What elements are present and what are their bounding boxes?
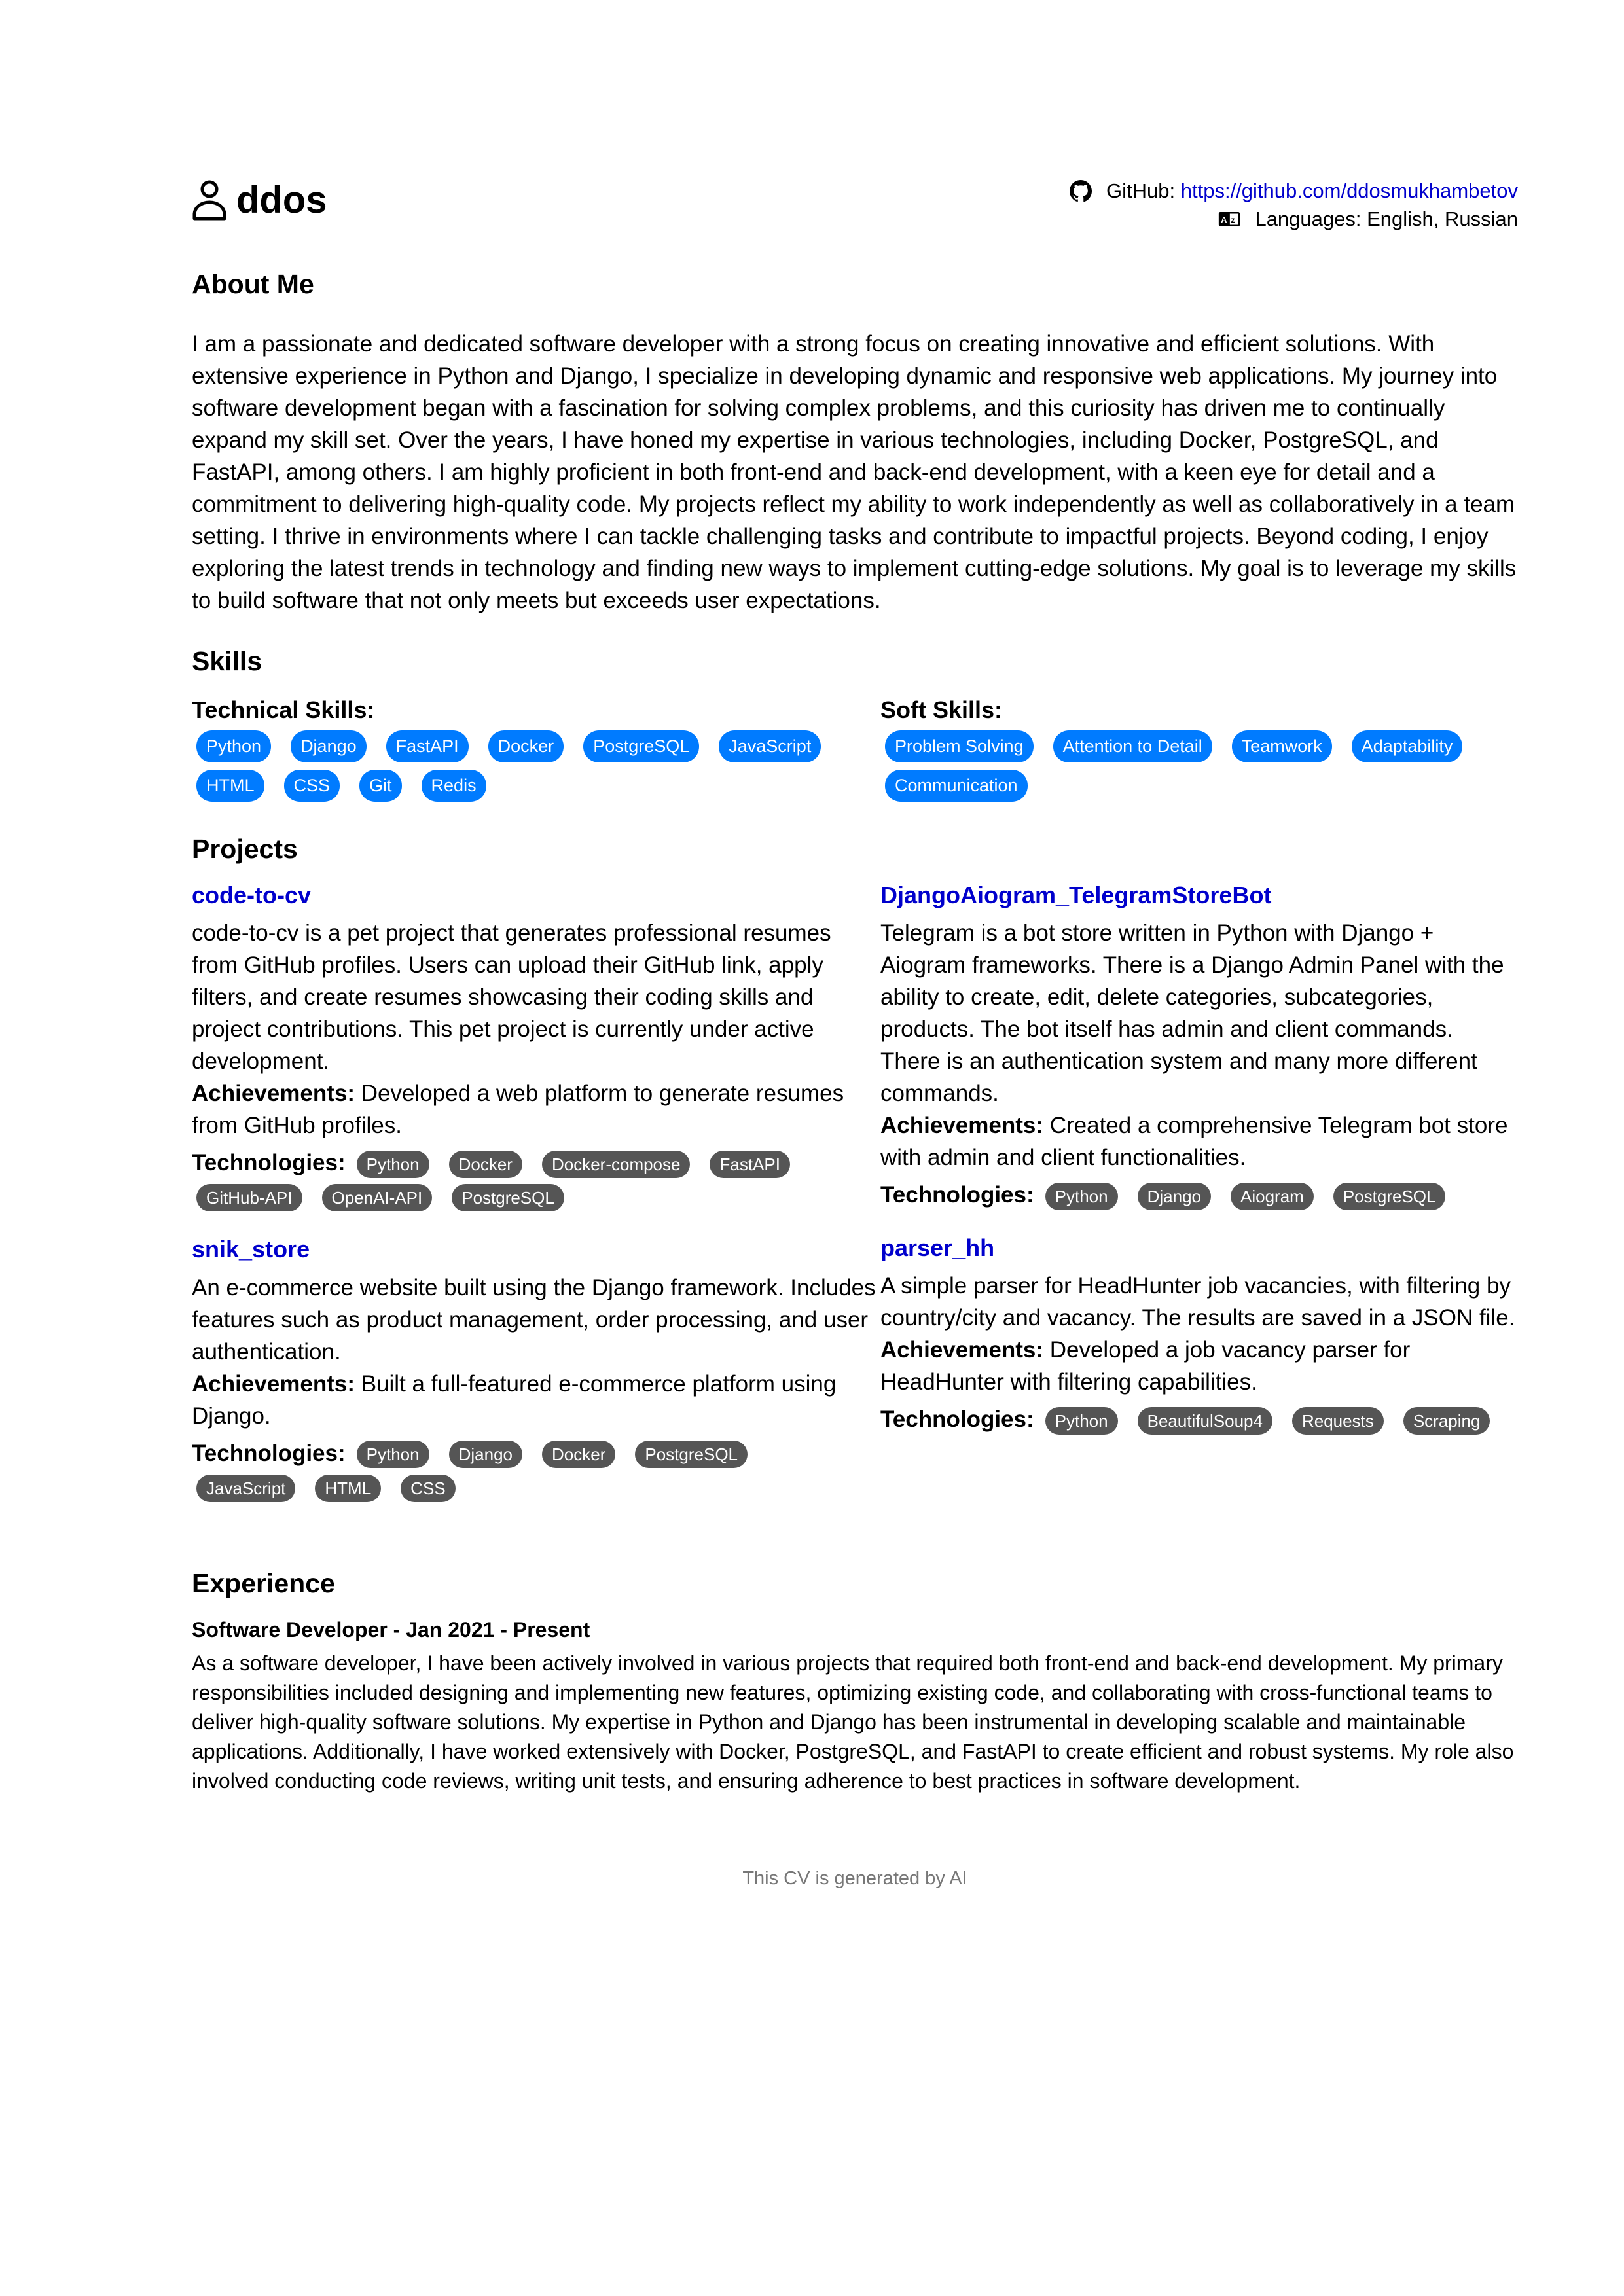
github-label: GitHub: (1106, 179, 1176, 202)
about-text: I am a passionate and dedicated software… (192, 331, 1517, 614)
about-heading: About Me (192, 269, 314, 299)
project-description: An e-commerce website built using the Dj… (192, 1274, 876, 1429)
translate-icon: Az (1219, 211, 1240, 226)
tech-badge: Python (356, 1441, 429, 1469)
technologies-row: Technologies: Python Docker Docker-compose F… (192, 1147, 880, 1215)
skill-badge: HTML (196, 769, 264, 802)
about-section: About Me I am a passionate and dedicated… (192, 268, 1518, 617)
project-title-link[interactable]: code-to-cv (192, 881, 880, 909)
skill-badge: Git (359, 769, 402, 802)
skill-badge: Redis (421, 769, 486, 802)
svg-text:z: z (1231, 215, 1235, 224)
soft-skills-list: Problem Solving Attention to Detail Teamwo… (880, 727, 1518, 806)
tech-badge: Django (448, 1441, 523, 1469)
tech-badge: HTML (315, 1475, 382, 1503)
technical-skills-heading: Technical Skills: (192, 696, 375, 724)
project-title-link[interactable]: DjangoAiogram_TelegramStoreBot (880, 881, 1518, 909)
languages-text: Languages: English, Russian (1255, 207, 1518, 230)
project-title-link[interactable]: parser_hh (880, 1234, 1518, 1262)
technical-skills-list: Python Django FastAPI Docker PostgreSQL JavaS… (192, 727, 880, 806)
github-row: GitHub: https://github.com/ddosmukhambet… (1070, 177, 1518, 205)
projects-heading: Projects (192, 833, 298, 864)
projects-column-right: DjangoAiogram_TelegramStoreBot Telegram i… (880, 881, 1518, 1526)
skill-badge: PostgreSQL (583, 730, 700, 762)
experience-section: Experience Software Developer - Jan 2021… (192, 1568, 1518, 1796)
person-icon (192, 180, 226, 221)
skill-badge: Teamwork (1231, 730, 1332, 762)
achievements-label: Achievements: (880, 1336, 1043, 1363)
tech-badge: PostgreSQL (1333, 1182, 1446, 1210)
languages-row: Az Languages: English, Russian (1070, 205, 1518, 233)
cv-page: ddos GitHub: https://github.com/ddosmukh… (192, 170, 1518, 1890)
skill-badge: CSS (283, 769, 340, 802)
tech-badge: OpenAI-API (321, 1184, 433, 1212)
skill-badge: Attention to Detail (1053, 730, 1212, 762)
job-description: As a software developer, I have been act… (192, 1651, 1514, 1793)
skill-badge: Problem Solving (885, 730, 1034, 762)
experience-heading: Experience (192, 1568, 335, 1599)
project-description: A simple parser for HeadHunter job vacan… (880, 1272, 1515, 1395)
achievements-label: Achievements: (192, 1371, 355, 1397)
skill-badge: FastAPI (386, 730, 469, 762)
achievements-label: Achievements: (880, 1112, 1043, 1138)
tech-badge: Python (356, 1150, 429, 1178)
project-description: Telegram is a bot store written in Pytho… (880, 920, 1508, 1170)
tech-badge: Django (1137, 1182, 1212, 1210)
project-card: DjangoAiogram_TelegramStoreBot Telegram i… (880, 881, 1518, 1213)
tech-badge: Python (1045, 1407, 1118, 1435)
tech-badge: Scraping (1403, 1407, 1490, 1435)
tech-badge: Docker-compose (541, 1150, 691, 1178)
tech-badge: JavaScript (196, 1475, 296, 1503)
technologies-row: Technologies: Python BeautifulSoup4 Request… (880, 1403, 1518, 1437)
tech-badge: Docker (448, 1150, 522, 1178)
cv-header: ddos GitHub: https://github.com/ddosmukh… (192, 170, 1518, 242)
skills-heading: Skills (192, 646, 262, 677)
job-title: Software Developer - Jan 2021 - Present (192, 1618, 590, 1642)
contact-info: GitHub: https://github.com/ddosmukhambet… (1070, 177, 1518, 233)
skill-badge: Adaptability (1351, 730, 1463, 762)
person-name: ddos (236, 179, 327, 221)
projects-column-left: code-to-cv code-to-cv is a pet project th… (192, 881, 880, 1526)
github-icon (1070, 179, 1092, 202)
technologies-label: Technologies: (192, 1440, 346, 1466)
tech-badge: Aiogram (1231, 1182, 1314, 1210)
skill-badge: Django (291, 730, 367, 762)
skills-section: Skills Technical Skills: Python Django Fas… (192, 645, 1518, 805)
project-card: snik_store An e-commerce website built us… (192, 1235, 880, 1505)
technologies-row: Technologies: Python Django Docker PostgreSQ… (192, 1437, 880, 1505)
soft-skills-heading: Soft Skills: (880, 696, 1003, 724)
technologies-label: Technologies: (192, 1149, 346, 1175)
skill-badge: Communication (885, 769, 1028, 802)
skill-badge: Docker (488, 730, 564, 762)
projects-section: Projects code-to-cv code-to-cv is a pet p… (192, 833, 1518, 1526)
svg-text:A: A (1221, 215, 1227, 224)
achievements-label: Achievements: (192, 1080, 355, 1106)
skill-badge: JavaScript (719, 730, 821, 762)
footer-note: This CV is generated by AI (742, 1868, 967, 1890)
name-block: ddos (192, 179, 327, 221)
tech-badge: Requests (1291, 1407, 1384, 1435)
github-link[interactable]: https://github.com/ddosmukhambetov (1181, 177, 1518, 205)
technologies-label: Technologies: (880, 1406, 1034, 1432)
tech-badge: CSS (401, 1475, 456, 1503)
project-card: parser_hh A simple parser for HeadHunter … (880, 1234, 1518, 1437)
skill-badge: Python (196, 730, 272, 762)
tech-badge: GitHub-API (196, 1184, 302, 1212)
technical-skills: Technical Skills: Python Django FastAPI Doc… (192, 677, 880, 805)
technologies-row: Technologies: Python Django Aiogram PostgreS… (880, 1179, 1518, 1213)
soft-skills: Soft Skills: Problem Solving Attention to… (880, 677, 1518, 805)
project-title-link[interactable]: snik_store (192, 1235, 880, 1263)
job-entry: Software Developer - Jan 2021 - Present … (192, 1618, 1518, 1796)
tech-badge: PostgreSQL (452, 1184, 564, 1212)
tech-badge: PostgreSQL (635, 1441, 748, 1469)
tech-badge: FastAPI (710, 1150, 790, 1178)
project-card: code-to-cv code-to-cv is a pet project th… (192, 881, 880, 1215)
project-description: code-to-cv is a pet project that generat… (192, 920, 844, 1138)
technologies-label: Technologies: (880, 1181, 1034, 1208)
tech-badge: BeautifulSoup4 (1137, 1407, 1272, 1435)
tech-badge: Docker (542, 1441, 616, 1469)
tech-badge: Python (1045, 1182, 1118, 1210)
